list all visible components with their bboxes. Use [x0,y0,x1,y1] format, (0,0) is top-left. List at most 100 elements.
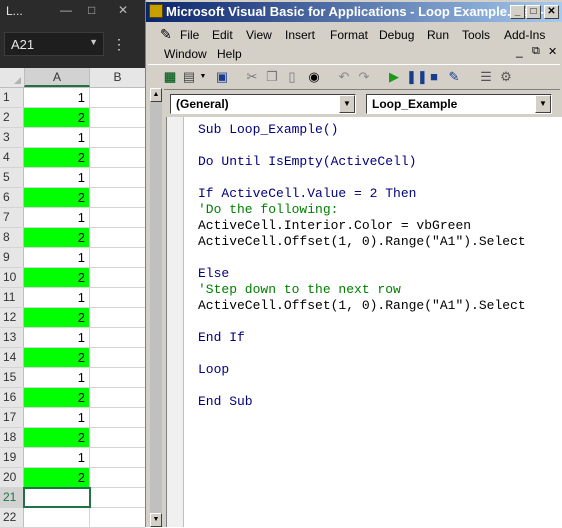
menu-tools[interactable]: Tools [462,28,490,42]
cell-b[interactable] [90,428,145,447]
chevron-down-icon[interactable]: ▼ [339,95,355,113]
cell-a[interactable]: 2 [24,108,90,127]
cell-a[interactable]: 2 [24,268,90,287]
cell-b[interactable] [90,248,145,267]
cell-b[interactable] [90,388,145,407]
menu-addins[interactable]: Add-Ins [504,28,545,42]
row-header[interactable]: 1 [0,88,24,107]
row-header[interactable]: 7 [0,208,24,227]
menu-view[interactable]: View [246,28,272,42]
code-line[interactable]: If ActiveCell.Value = 2 Then [198,186,526,202]
cell-b[interactable] [90,228,145,247]
menu-format[interactable]: Format [330,28,368,42]
menu-edit[interactable]: Edit [212,28,233,42]
procedure-dropdown[interactable]: Loop_Example ▼ [366,94,552,114]
cell-a[interactable]: 1 [24,408,90,427]
cell-a[interactable] [23,487,91,508]
menu-insert[interactable]: Insert [285,28,315,42]
reset-icon[interactable]: ■ [426,69,442,85]
row-header[interactable]: 17 [0,408,24,427]
row-header[interactable]: 19 [0,448,24,467]
row-header[interactable]: 12 [0,308,24,327]
row-header[interactable]: 8 [0,228,24,247]
code-line[interactable]: End Sub [198,394,526,410]
cell-b[interactable] [90,268,145,287]
cell-a[interactable]: 2 [24,388,90,407]
close-icon[interactable]: ✕ [118,3,128,17]
code-line[interactable]: End If [198,330,526,346]
menu-window[interactable]: Window [164,47,207,61]
cell-a[interactable]: 2 [24,308,90,327]
cell-b[interactable] [90,188,145,207]
code-line[interactable] [198,314,526,330]
maximize-icon[interactable]: □ [88,3,95,17]
cell-b[interactable] [90,328,145,347]
left-scrollbar[interactable]: ▲ ▼ [146,88,164,527]
undo-icon[interactable]: ↶ [336,69,352,85]
cell-b[interactable] [90,168,145,187]
code-line[interactable] [198,170,526,186]
code-line[interactable] [198,346,526,362]
code-line[interactable]: 'Step down to the next row [198,282,526,298]
row-header[interactable]: 9 [0,248,24,267]
select-all-button[interactable] [0,68,24,87]
cell-a[interactable]: 1 [24,128,90,147]
code-line[interactable]: Do Until IsEmpty(ActiveCell) [198,154,526,170]
row-header[interactable]: 5 [0,168,24,187]
row-header[interactable]: 18 [0,428,24,447]
row-header[interactable]: 13 [0,328,24,347]
cut-icon[interactable]: ✂ [244,69,260,85]
close-icon[interactable]: ✕ [544,5,559,19]
break-icon[interactable]: ❚❚ [406,69,428,85]
minimize-icon[interactable]: _ [510,5,525,19]
restore-icon[interactable]: ⧉ [532,45,540,58]
code-line[interactable] [198,378,526,394]
cell-a[interactable]: 1 [24,368,90,387]
row-header[interactable]: 6 [0,188,24,207]
code-line[interactable]: ActiveCell.Interior.Color = vbGreen [198,218,526,234]
cell-b[interactable] [90,468,145,487]
copy-icon[interactable]: ❐ [264,69,280,85]
row-header[interactable]: 15 [0,368,24,387]
cell-b[interactable] [90,108,145,127]
code-line[interactable]: ActiveCell.Offset(1, 0).Range("A1").Sele… [198,234,526,250]
name-box[interactable]: A21 ▼ [4,32,104,56]
code-line[interactable] [198,250,526,266]
run-icon[interactable]: ▶ [386,69,402,85]
cell-a[interactable] [24,508,90,527]
scroll-up-arrow-icon[interactable]: ▲ [150,88,162,102]
cell-b[interactable] [90,368,145,387]
scrollbar-track[interactable] [150,88,162,527]
code-line[interactable]: Loop [198,362,526,378]
vba-module-icon[interactable]: ✎ [160,26,172,43]
scroll-down-arrow-icon[interactable]: ▼ [150,513,162,527]
cell-a[interactable]: 1 [24,208,90,227]
cell-a[interactable]: 1 [24,288,90,307]
cell-a[interactable]: 1 [24,448,90,467]
cell-b[interactable] [90,448,145,467]
cell-a[interactable]: 1 [24,328,90,347]
find-icon[interactable]: ◉ [306,69,322,85]
row-header[interactable]: 10 [0,268,24,287]
code-line[interactable]: Sub Loop_Example() [198,122,526,138]
chevron-down-icon[interactable]: ▼ [195,69,211,85]
cell-b[interactable] [90,408,145,427]
minimize-icon[interactable]: — [60,3,72,17]
row-header[interactable]: 4 [0,148,24,167]
menu-run[interactable]: Run [427,28,449,42]
redo-icon[interactable]: ↷ [356,69,372,85]
column-header-b[interactable]: B [90,68,145,87]
object-dropdown[interactable]: (General) ▼ [170,94,356,114]
row-header[interactable]: 20 [0,468,24,487]
row-header[interactable]: 16 [0,388,24,407]
cell-b[interactable] [90,488,145,507]
close-icon[interactable]: ✕ [548,45,557,58]
row-header[interactable]: 11 [0,288,24,307]
properties-icon[interactable]: ⚙ [498,69,514,85]
code-text[interactable]: Sub Loop_Example() Do Until IsEmpty(Activ… [198,122,526,410]
column-header-a[interactable]: A [24,68,90,87]
row-header[interactable]: 22 [0,508,24,527]
excel-view-icon[interactable]: ▦ [162,69,178,85]
cell-a[interactable]: 2 [24,188,90,207]
cell-a[interactable]: 2 [24,428,90,447]
